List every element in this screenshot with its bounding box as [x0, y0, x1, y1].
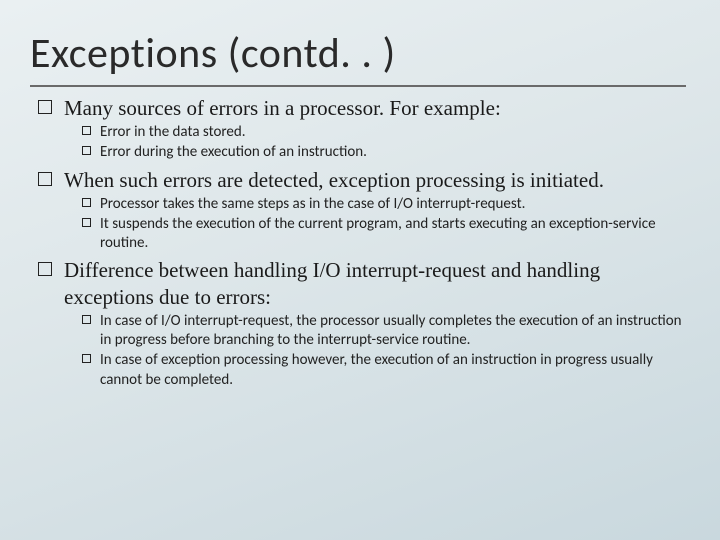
sub-bullet-list: Processor takes the same steps as in the… [82, 195, 686, 254]
sub-bullet-item: Error in the data stored. [82, 123, 686, 142]
bullet-text: When such errors are detected, exception… [64, 168, 604, 192]
sub-bullet-item: Error during the execution of an instruc… [82, 143, 686, 162]
bullet-item: Many sources of errors in a processor. F… [38, 95, 686, 163]
title-underline: Exceptions (contd. . ) [30, 28, 686, 87]
bullet-item: When such errors are detected, exception… [38, 167, 686, 254]
bullet-item: Difference between handling I/O interrup… [38, 257, 686, 389]
sub-bullet-item: In case of I/O interrupt-request, the pr… [82, 312, 686, 350]
sub-bullet-item: In case of exception processing however,… [82, 351, 686, 389]
sub-bullet-item: It suspends the execution of the current… [82, 215, 686, 253]
sub-bullet-list: Error in the data stored. Error during t… [82, 123, 686, 162]
slide: Exceptions (contd. . ) Many sources of e… [0, 0, 720, 418]
slide-title: Exceptions (contd. . ) [30, 28, 686, 79]
bullet-list: Many sources of errors in a processor. F… [38, 95, 686, 390]
bullet-text: Difference between handling I/O interrup… [64, 258, 600, 308]
sub-bullet-item: Processor takes the same steps as in the… [82, 195, 686, 214]
sub-bullet-list: In case of I/O interrupt-request, the pr… [82, 312, 686, 390]
bullet-text: Many sources of errors in a processor. F… [64, 96, 501, 120]
